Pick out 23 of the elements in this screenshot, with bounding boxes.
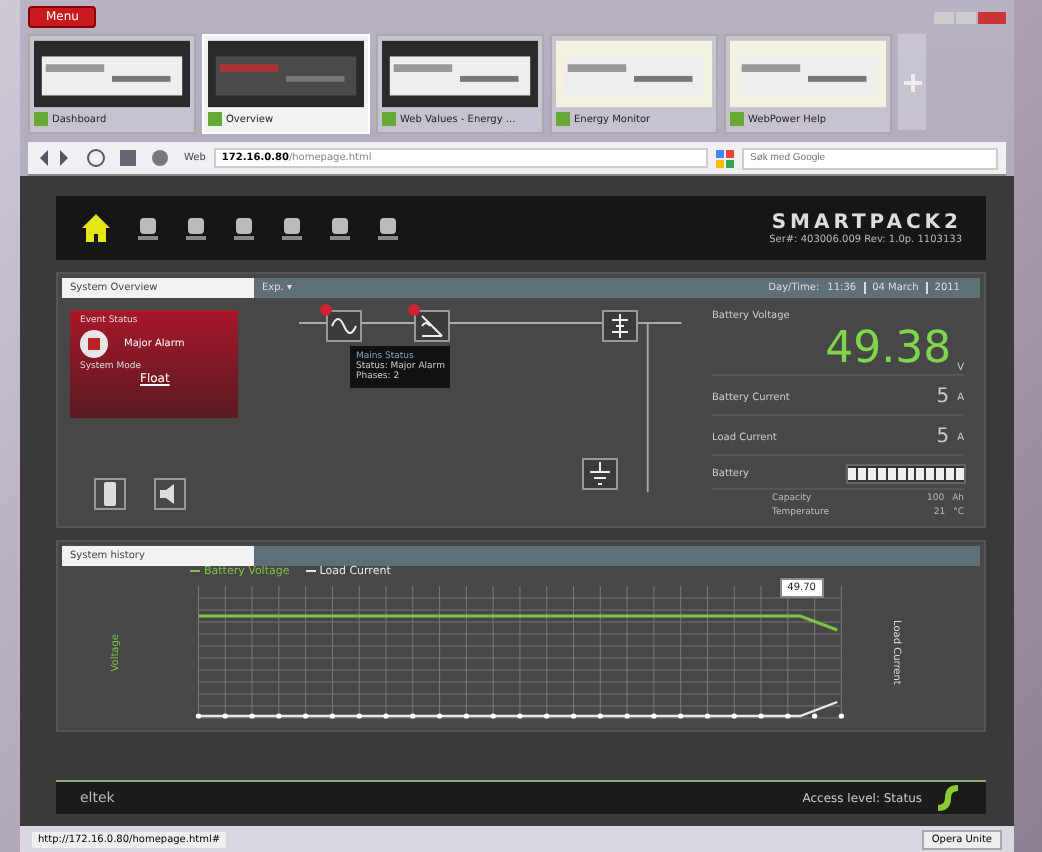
battery-icon[interactable] (602, 310, 638, 342)
ground-icon[interactable] (582, 458, 618, 490)
rectifier-icon[interactable] (414, 310, 450, 342)
window-controls-icon[interactable] (934, 11, 1006, 23)
battery-voltage-value: 49.38 (825, 326, 952, 374)
reading-value: 5 (936, 426, 950, 448)
reading-value: 5 (936, 386, 950, 408)
product-logo: SMARTPACK2 (771, 211, 962, 233)
favicon-icon (730, 112, 744, 126)
favicon-icon (34, 112, 48, 126)
swirl-logo-icon (934, 784, 962, 812)
favicon-icon (556, 112, 570, 126)
phone-icon[interactable] (94, 478, 126, 510)
favicon-icon (208, 112, 222, 126)
alarm-badge-icon (320, 304, 332, 316)
alarm-badge-icon (408, 304, 420, 316)
home-icon[interactable] (80, 212, 112, 244)
search-engine-icon[interactable] (716, 149, 734, 167)
mains-icon[interactable] (326, 310, 362, 342)
plus-icon (903, 73, 921, 91)
alarm-icon (80, 330, 108, 358)
speaker-icon[interactable] (154, 478, 186, 510)
favicon-icon (382, 112, 396, 126)
